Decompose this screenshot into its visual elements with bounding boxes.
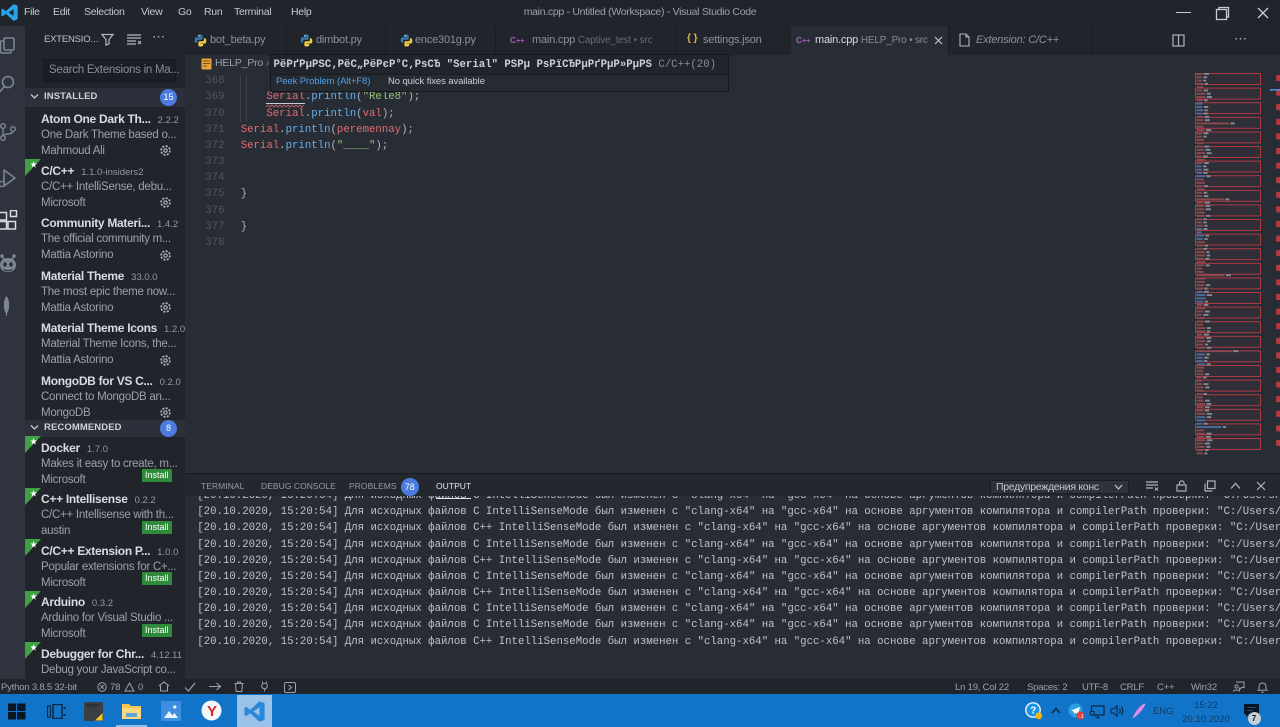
- svg-text:★: ★: [29, 160, 37, 170]
- svg-text:★: ★: [29, 488, 37, 498]
- svg-text:-1: -1: [1079, 714, 1084, 720]
- svg-text:★: ★: [29, 540, 37, 550]
- svg-text:★: ★: [29, 643, 37, 653]
- svg-text:★: ★: [29, 591, 37, 601]
- svg-text:★: ★: [29, 437, 37, 447]
- svg-text:Y: Y: [207, 703, 217, 720]
- svg-text:?: ?: [1030, 706, 1036, 717]
